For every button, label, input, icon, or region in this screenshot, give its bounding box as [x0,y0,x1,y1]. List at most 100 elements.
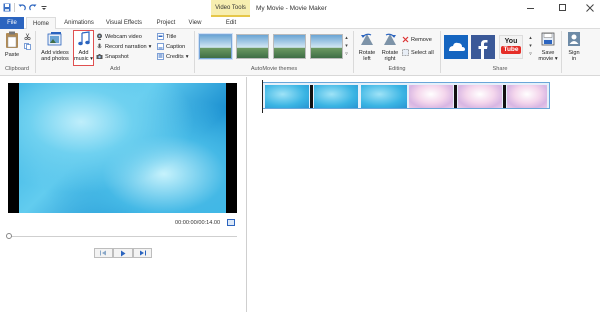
rotate-left-button[interactable]: Rotate left [356,31,378,62]
dropdown-arrow-icon: ▾ [554,56,558,62]
playhead-cursor[interactable] [262,80,263,113]
tab-project[interactable]: Project [151,17,181,29]
scroll-down-icon[interactable]: ▾ [343,42,350,50]
previous-frame-button[interactable] [94,248,114,258]
caption-icon [157,43,164,50]
close-button[interactable] [582,2,598,14]
theme-gallery-scroll: ▴ ▾ ▿ [343,34,350,59]
copy-button[interactable] [24,42,31,51]
add-music-button[interactable]: Add music ▾ [73,30,94,66]
automovie-theme-4[interactable] [310,34,343,59]
clip-frame [409,85,453,108]
rotate-right-label-line2: right [384,56,396,62]
caption-button[interactable]: Caption [157,42,185,51]
video-tools-contextual-tab: Video Tools [211,0,250,17]
next-frame-button[interactable] [132,248,152,258]
fullscreen-button[interactable] [227,219,235,226]
tab-animations[interactable]: Animations [60,17,98,29]
expand-gallery-icon[interactable]: ▿ [343,50,350,58]
video-tools-label: Video Tools [215,5,246,11]
select-all-label: Select all [411,49,434,56]
caption-label: Caption [166,43,186,50]
tab-file[interactable]: File [0,17,24,29]
clip-frame [265,85,309,108]
toolbar-separator [14,3,15,12]
webcam-video-label: Webcam video [105,33,142,40]
customize-toolbar-icon[interactable] [40,3,48,12]
camera-icon [96,54,103,59]
video-frame [19,83,226,213]
scroll-up-icon[interactable]: ▴ [527,34,534,42]
undo-icon[interactable] [18,3,26,12]
automovie-theme-3[interactable] [273,34,306,59]
minimize-button[interactable] [523,2,539,14]
save-movie-label-text: movie [538,56,554,62]
video-preview[interactable] [8,83,237,213]
group-separator [194,31,195,73]
youtube-tube-text: Tube [501,46,521,54]
clip-frame-separator [310,85,313,108]
tab-visual-effects[interactable]: Visual Effects [103,17,145,29]
scissors-icon [24,33,31,40]
share-gallery-scroll: ▴ ▾ ▿ [527,34,534,60]
save-movie-icon [541,32,555,46]
automovie-themes-group-label: AutoMovie themes [250,66,298,72]
remove-x-icon [402,36,409,43]
select-all-icon [402,49,409,56]
cut-button[interactable] [24,32,31,41]
timecode-display: 00:00:00/00:14.00 [175,220,221,226]
webcam-icon [97,33,102,40]
facebook-button[interactable] [471,35,495,59]
select-all-button[interactable]: Select all [402,48,434,57]
webcam-video-button[interactable]: Webcam video [96,32,142,41]
cloud-icon [449,42,465,51]
window-title: My Movie - Movie Maker [256,5,327,12]
play-button[interactable] [113,248,133,258]
seek-bar[interactable] [8,236,237,237]
video-clip[interactable] [262,82,550,109]
automovie-theme-1[interactable] [198,33,233,60]
sign-in-button[interactable]: Sign in [564,31,584,62]
scroll-up-icon[interactable]: ▴ [343,34,350,42]
automovie-theme-2[interactable] [236,34,269,59]
title-label: Title [166,33,177,40]
save-icon[interactable] [3,3,11,12]
ribbon-tabs: File Home Animations Visual Effects Proj… [0,17,600,30]
maximize-button[interactable] [555,2,571,14]
facebook-icon [478,40,488,59]
seek-bar-thumb[interactable] [6,233,12,239]
tab-view[interactable]: View [184,17,206,29]
preview-pane: 00:00:00/00:14.00 [0,77,247,312]
snapshot-button[interactable]: Snapshot [96,52,129,61]
remove-label: Remove [411,36,432,43]
record-narration-button[interactable]: Record narration ▾ [96,42,151,51]
paste-icon [6,31,18,48]
add-videos-label-line2: and photos [41,56,69,62]
add-videos-icon [47,32,62,46]
onedrive-button[interactable] [444,35,468,59]
youtube-button[interactable]: You Tube [499,35,523,59]
credits-button[interactable]: Credits ▾ [157,52,189,61]
minimize-icon [527,8,534,9]
dropdown-arrow-icon: ▾ [185,53,189,60]
youtube-icon: You Tube [500,36,522,54]
add-videos-and-photos-button[interactable]: Add videos and photos [38,31,72,62]
paste-button[interactable]: Paste [3,31,21,58]
rotate-right-button[interactable]: Rotate right [379,31,401,62]
redo-icon[interactable] [29,3,37,12]
clip-frame [314,85,358,108]
tab-edit[interactable]: Edit [213,17,249,29]
title-button[interactable]: Title [157,32,176,41]
save-movie-button[interactable]: Save movie ▾ [536,31,560,62]
share-group-label: Share [492,66,508,72]
scroll-down-icon[interactable]: ▾ [527,42,534,50]
remove-button[interactable]: Remove [402,35,432,44]
snapshot-label: Snapshot [105,53,129,60]
add-music-label-text: music [74,56,89,62]
maximize-icon [559,4,566,11]
clip-frame-separator [454,85,457,108]
clip-frame [507,85,547,108]
expand-gallery-icon[interactable]: ▿ [527,50,534,58]
quick-access-toolbar [3,3,48,12]
credits-label: Credits [166,53,184,60]
